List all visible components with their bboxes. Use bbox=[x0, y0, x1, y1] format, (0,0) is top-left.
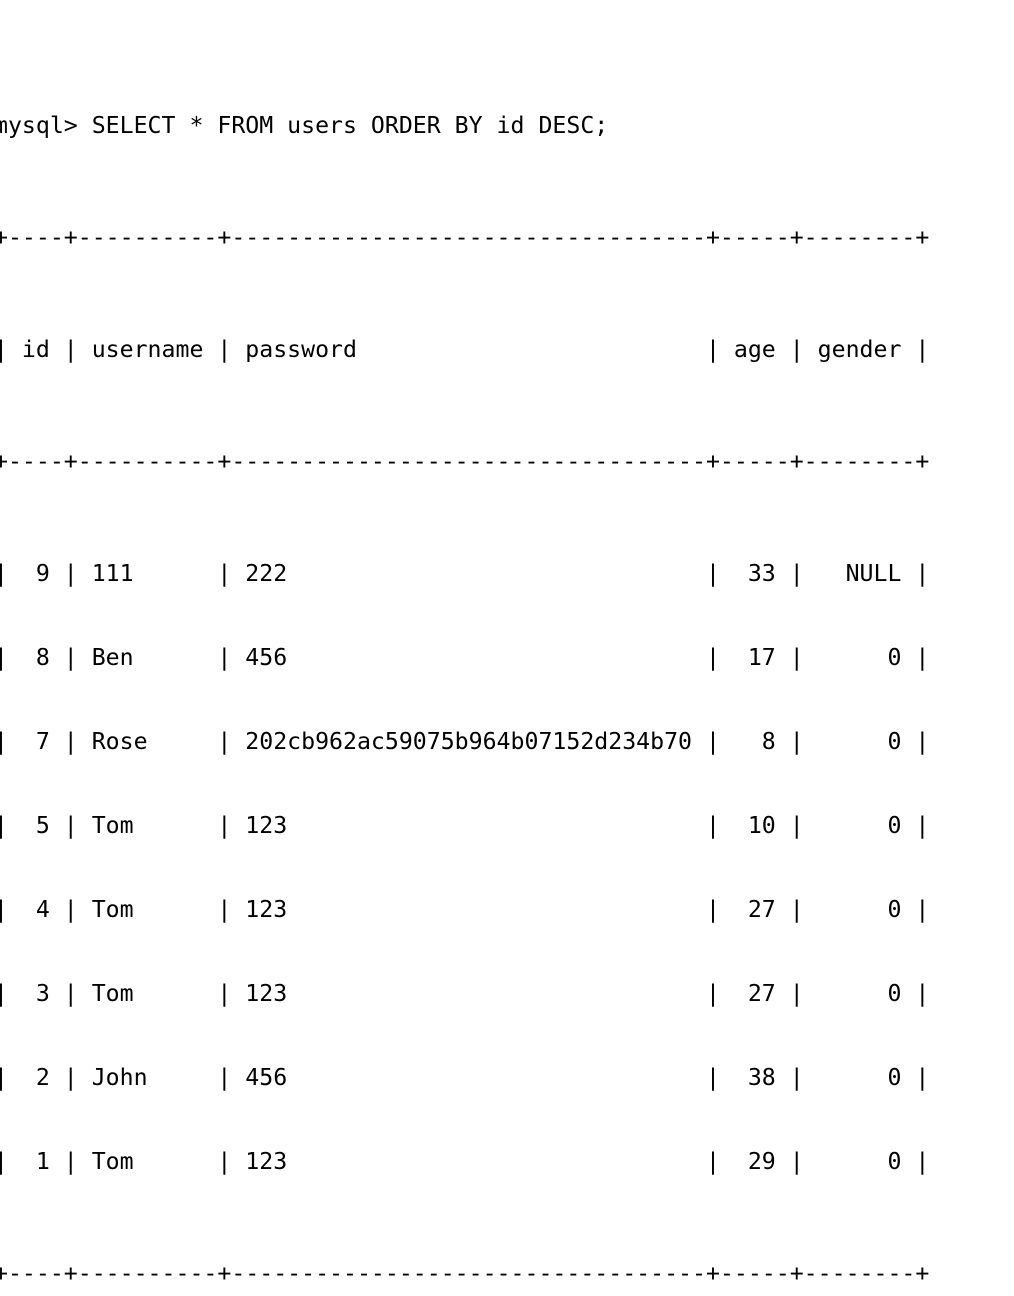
table-1-header-separator: +----+----------+-----------------------… bbox=[0, 448, 930, 475]
prompt-line-1: mysql> SELECT * FROM users ORDER BY id D… bbox=[0, 112, 609, 139]
table-1-bottom-separator: +----+----------+-----------------------… bbox=[0, 1260, 930, 1287]
table-row: | 2 | John | 456 | 38 | 0 | bbox=[0, 1064, 930, 1091]
table-1-header-row: | id | username | password | age | gende… bbox=[0, 336, 930, 363]
table-1-top-separator: +----+----------+-----------------------… bbox=[0, 224, 930, 251]
table-row: | 5 | Tom | 123 | 10 | 0 | bbox=[0, 812, 930, 839]
table-row: | 7 | Rose | 202cb962ac59075b964b07152d2… bbox=[0, 728, 930, 755]
table-row: | 9 | 111 | 222 | 33 | NULL | bbox=[0, 560, 930, 587]
table-row: | 8 | Ben | 456 | 17 | 0 | bbox=[0, 644, 930, 671]
table-row: | 4 | Tom | 123 | 27 | 0 | bbox=[0, 896, 930, 923]
table-row: | 1 | Tom | 123 | 29 | 0 | bbox=[0, 1148, 930, 1175]
terminal-output: mysql> SELECT * FROM users ORDER BY id D… bbox=[0, 0, 1014, 1296]
table-row: | 3 | Tom | 123 | 27 | 0 | bbox=[0, 980, 930, 1007]
